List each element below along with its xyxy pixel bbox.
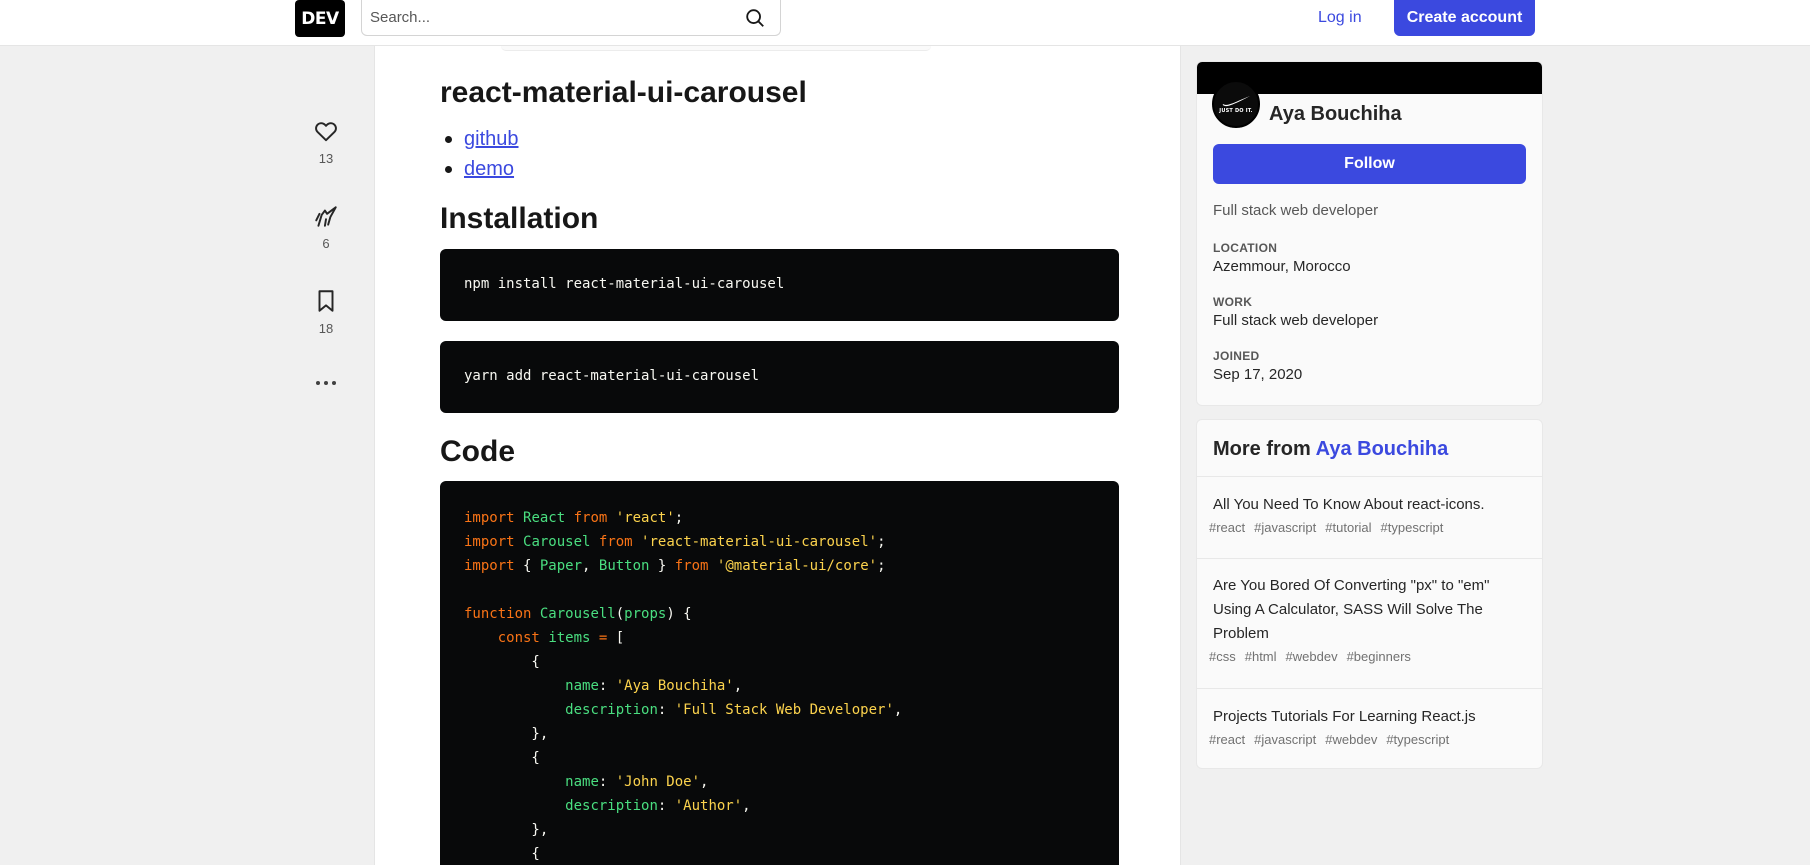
list-item[interactable]: All You Need To Know About react-icons. …: [1197, 476, 1542, 558]
code-line: description: 'Full Stack Web Developer',: [565, 702, 903, 718]
tag[interactable]: #html: [1245, 649, 1277, 664]
search-box[interactable]: [361, 0, 781, 36]
location-value: Azemmour, Morocco: [1213, 258, 1351, 275]
tag[interactable]: #webdev: [1325, 732, 1377, 747]
post-title[interactable]: Projects Tutorials For Learning React.js: [1213, 705, 1528, 729]
bookmarks-count: 18: [318, 321, 334, 336]
like-action[interactable]: 13: [306, 118, 346, 203]
list-item: github: [440, 124, 519, 154]
more-from-heading: More from Aya Bouchiha: [1213, 438, 1448, 461]
follow-button[interactable]: Follow: [1213, 144, 1526, 184]
joined-info: JOINED Sep 17, 2020: [1213, 349, 1513, 383]
code-line: import { Paper, Button } from '@material…: [464, 558, 886, 574]
tag[interactable]: #react: [1209, 520, 1245, 535]
top-header: DEV Log in Create account: [0, 0, 1810, 46]
bookmark-action[interactable]: 18: [306, 288, 346, 373]
code-line: {: [464, 750, 540, 766]
avatar-text: JUST DO IT.: [1219, 107, 1253, 114]
reaction-bar: 13 6 18: [306, 118, 346, 395]
ellipsis-icon[interactable]: [314, 379, 338, 387]
swoosh-icon: [1222, 95, 1250, 106]
article-body: react-material-ui-carousel github demo I…: [374, 46, 1181, 865]
code-line: import React from 'react';: [464, 510, 684, 526]
tag[interactable]: #beginners: [1347, 649, 1411, 664]
more-from-card: More from Aya Bouchiha All You Need To K…: [1196, 419, 1543, 769]
search-icon[interactable]: [744, 7, 766, 29]
code-line: import Carousel from 'react-material-ui-…: [464, 534, 886, 550]
npm-code-block: npm install react-material-ui-carousel: [440, 249, 1119, 321]
code-line: name: 'John Doe',: [565, 774, 709, 790]
post-title[interactable]: All You Need To Know About react-icons.: [1213, 493, 1528, 517]
tag[interactable]: #javascript: [1254, 520, 1316, 535]
post-tags: #react #javascript #webdev #typescript: [1209, 732, 1528, 747]
code-line: description: 'Author',: [565, 798, 751, 814]
tag[interactable]: #tutorial: [1325, 520, 1371, 535]
location-label: LOCATION: [1213, 241, 1278, 255]
code-line: function Carousell(props) {: [464, 606, 692, 622]
code-line: },: [464, 822, 549, 838]
post-tags: #css #html #webdev #beginners: [1209, 649, 1528, 664]
dev-logo[interactable]: DEV: [295, 0, 345, 37]
section-title: react-material-ui-carousel: [440, 76, 807, 109]
installation-heading: Installation: [440, 202, 599, 235]
tag[interactable]: #react: [1209, 732, 1245, 747]
unicorns-count: 6: [322, 236, 330, 251]
joined-label: JOINED: [1213, 349, 1260, 363]
unicorn-action[interactable]: 6: [306, 203, 346, 288]
bookmark-icon[interactable]: [313, 288, 339, 314]
author-bio: Full stack web developer: [1213, 202, 1379, 219]
work-value: Full stack web developer: [1213, 312, 1379, 329]
code-line: name: 'Aya Bouchiha',: [565, 678, 743, 694]
list-item: demo: [440, 154, 519, 184]
location-info: LOCATION Azemmour, Morocco: [1213, 241, 1513, 275]
tag[interactable]: #css: [1209, 649, 1236, 664]
github-link[interactable]: github: [464, 128, 519, 150]
search-input[interactable]: [362, 0, 722, 34]
post-tags: #react #javascript #tutorial #typescript: [1209, 520, 1528, 535]
unicorn-icon[interactable]: [313, 203, 339, 229]
tag[interactable]: #javascript: [1254, 732, 1316, 747]
post-title[interactable]: Are You Bored Of Converting "px" to "em"…: [1213, 574, 1528, 646]
code-line: const items = [: [497, 630, 625, 646]
code-block: import React from 'react'; import Carous…: [440, 481, 1119, 865]
author-card: JUST DO IT. Aya Bouchiha Follow Full sta…: [1196, 61, 1543, 406]
list-item[interactable]: Projects Tutorials For Learning React.js…: [1197, 688, 1542, 768]
tag[interactable]: #webdev: [1286, 649, 1338, 664]
tag[interactable]: #typescript: [1381, 520, 1444, 535]
avatar[interactable]: JUST DO IT.: [1212, 80, 1260, 128]
list-item[interactable]: Are You Bored Of Converting "px" to "em"…: [1197, 558, 1542, 688]
more-options[interactable]: [306, 371, 346, 395]
code-line: {: [464, 846, 540, 862]
work-label: WORK: [1213, 295, 1253, 309]
work-info: WORK Full stack web developer: [1213, 295, 1513, 329]
more-from-author-link[interactable]: Aya Bouchiha: [1316, 438, 1449, 460]
yarn-code-block: yarn add react-material-ui-carousel: [440, 341, 1119, 413]
code-line: },: [464, 726, 549, 742]
code-line: {: [464, 654, 540, 670]
create-account-button[interactable]: Create account: [1394, 0, 1535, 36]
more-from-prefix: More from: [1213, 438, 1311, 460]
joined-value: Sep 17, 2020: [1213, 366, 1303, 383]
code-heading: Code: [440, 435, 515, 468]
tag[interactable]: #typescript: [1386, 732, 1449, 747]
link-list: github demo: [440, 124, 519, 184]
demo-link[interactable]: demo: [464, 158, 514, 180]
divider: [501, 46, 931, 51]
heart-icon[interactable]: [313, 118, 339, 144]
likes-count: 13: [318, 151, 334, 166]
author-name[interactable]: Aya Bouchiha: [1269, 103, 1402, 126]
login-link[interactable]: Log in: [1318, 6, 1362, 30]
